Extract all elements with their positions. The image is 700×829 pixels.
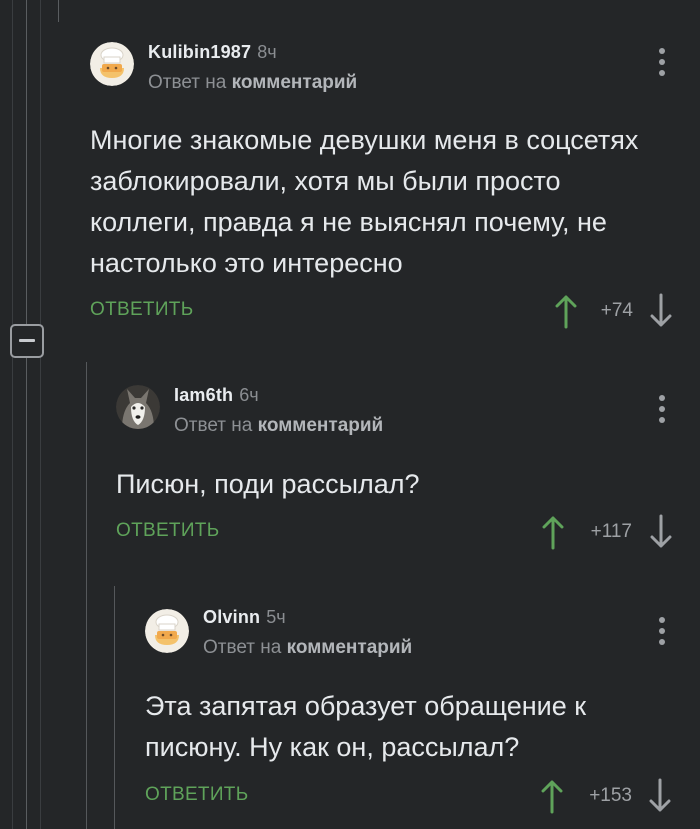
- reply-to-line: Ответ на комментарий: [174, 415, 383, 437]
- vote-widget: +74: [555, 293, 680, 329]
- vote-widget: +117: [542, 514, 678, 550]
- comment: Olvinn 5ч Ответ на комментарий Эта запята…: [145, 605, 700, 825]
- reply-to-link[interactable]: комментарий: [287, 637, 413, 658]
- reply-to-link[interactable]: комментарий: [258, 415, 384, 436]
- reply-to-line: Ответ на комментарий: [148, 72, 357, 94]
- comment-author[interactable]: Iam6th: [174, 385, 233, 405]
- comment-text: Писюн, поди рассылал?: [116, 469, 420, 499]
- comment-actions: ОТВЕТИТЬ +117: [116, 514, 678, 550]
- reply-to-prefix: Ответ на: [203, 637, 282, 658]
- comment-header: Kulibin1987 8ч Ответ на комментарий: [148, 40, 357, 94]
- reply-to-line: Ответ на комментарий: [203, 637, 412, 659]
- arrow-up-icon[interactable]: [542, 514, 564, 550]
- reply-button[interactable]: ОТВЕТИТЬ: [116, 520, 219, 542]
- comment: Kulibin1987 8ч Ответ на комментарий Многи…: [90, 40, 700, 330]
- chef-avatar-icon[interactable]: [90, 42, 134, 86]
- reply-to-link[interactable]: комментарий: [232, 72, 358, 93]
- reply-to-prefix: Ответ на: [148, 72, 227, 93]
- arrow-down-icon[interactable]: [650, 293, 672, 329]
- thread-line: [58, 0, 59, 22]
- comment-actions: ОТВЕТИТЬ +74: [90, 293, 680, 329]
- arrow-up-icon[interactable]: [555, 293, 577, 329]
- comment-score: +153: [589, 785, 632, 806]
- thread-line[interactable]: [26, 0, 27, 829]
- reply-button[interactable]: ОТВЕТИТЬ: [90, 299, 193, 321]
- more-vertical-icon[interactable]: [658, 48, 666, 78]
- collapse-minus-icon[interactable]: [10, 324, 44, 358]
- thread-line: [12, 0, 13, 829]
- comment-thread: Kulibin1987 8ч Ответ на комментарий Многи…: [0, 0, 700, 829]
- comment-score: +117: [590, 521, 632, 542]
- husky-avatar-icon[interactable]: [116, 385, 160, 429]
- reply-button[interactable]: ОТВЕТИТЬ: [145, 784, 248, 806]
- comment-author[interactable]: Kulibin1987: [148, 42, 251, 62]
- comment-score: +74: [600, 300, 633, 321]
- arrow-down-icon[interactable]: [650, 514, 672, 550]
- comment-text: Эта запятая образует обращение к писюну.…: [145, 691, 587, 762]
- comment-actions: ОТВЕТИТЬ +153: [145, 778, 678, 814]
- chef-avatar-icon[interactable]: [145, 609, 189, 653]
- comment-header: Iam6th 6ч Ответ на комментарий: [174, 383, 383, 437]
- thread-line[interactable]: [114, 586, 115, 829]
- vote-widget: +153: [541, 778, 678, 814]
- more-vertical-icon[interactable]: [658, 617, 666, 647]
- comment-age: 6ч: [239, 385, 259, 405]
- reply-to-prefix: Ответ на: [174, 415, 253, 436]
- comment-age: 8ч: [257, 42, 277, 62]
- arrow-down-icon[interactable]: [649, 778, 671, 814]
- thread-line[interactable]: [86, 362, 87, 829]
- comment-header: Olvinn 5ч Ответ на комментарий: [203, 605, 412, 659]
- more-vertical-icon[interactable]: [658, 395, 666, 425]
- comment: Iam6th 6ч Ответ на комментарий Писюн, под…: [116, 383, 700, 563]
- comment-text: Многие знакомые девушки меня в соцсетях …: [90, 125, 639, 278]
- comment-author[interactable]: Olvinn: [203, 607, 260, 627]
- arrow-up-icon[interactable]: [541, 778, 563, 814]
- thread-line: [40, 0, 41, 829]
- comment-age: 5ч: [266, 607, 286, 627]
